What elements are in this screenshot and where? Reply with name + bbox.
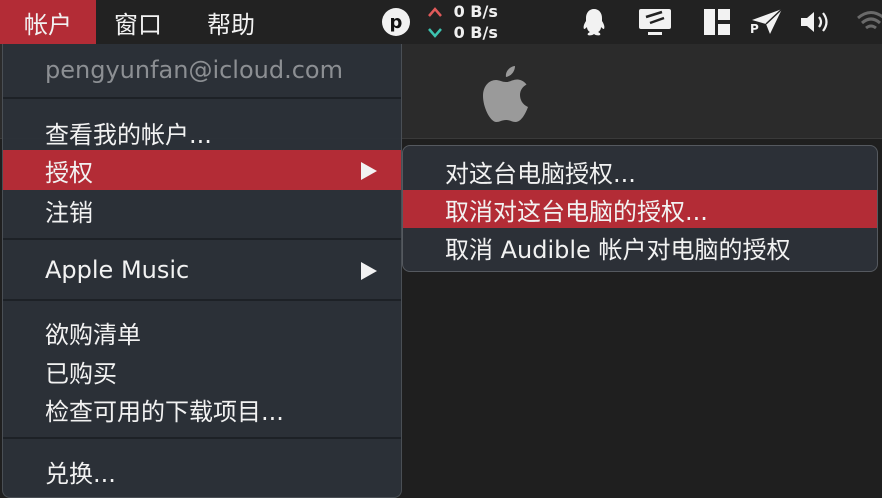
send-plane-label: P bbox=[750, 22, 759, 36]
menu-separator bbox=[3, 238, 401, 240]
download-speed: 0 B/s bbox=[453, 23, 498, 42]
qq-penguin-icon[interactable] bbox=[578, 6, 610, 38]
menubar-window[interactable]: 窗口 bbox=[114, 0, 162, 44]
upload-arrow-icon bbox=[428, 2, 448, 21]
network-speed[interactable]: 0 B/s 0 B/s bbox=[428, 1, 498, 43]
menu-separator bbox=[3, 299, 401, 301]
authorizations-submenu: 对这台电脑授权... 取消对这台电脑的授权... 取消 Audible 帐户对电… bbox=[402, 145, 878, 272]
deauthorize-audible-item[interactable]: 取消 Audible 帐户对电脑的授权 bbox=[403, 228, 877, 266]
redeem-item[interactable]: 兑换... bbox=[3, 451, 401, 491]
authorizations-label: 授权 bbox=[45, 158, 93, 187]
apple-music-label: Apple Music bbox=[45, 256, 190, 284]
purchased-item[interactable]: 已购买 bbox=[3, 351, 401, 391]
apple-music-item[interactable]: Apple Music bbox=[3, 250, 401, 290]
screen: 帐户 窗口 帮助 p 0 B/s 0 B/s P pengyunfan@iclo… bbox=[0, 0, 882, 498]
submenu-arrow-icon bbox=[361, 162, 377, 180]
account-email: pengyunfan@icloud.com bbox=[45, 56, 343, 84]
upload-speed: 0 B/s bbox=[453, 2, 498, 21]
authorize-computer-item[interactable]: 对这台电脑授权... bbox=[403, 152, 877, 190]
status-p-icon[interactable]: p bbox=[382, 8, 410, 36]
check-downloads-item[interactable]: 检查可用的下载项目... bbox=[3, 389, 401, 429]
download-arrow-icon bbox=[428, 23, 448, 42]
menu-separator bbox=[3, 437, 401, 439]
authorizations-item[interactable]: 授权 bbox=[3, 150, 401, 190]
submenu-arrow-icon bbox=[361, 262, 377, 280]
menubar-account[interactable]: 帐户 bbox=[0, 0, 96, 44]
wifi-icon[interactable] bbox=[856, 6, 882, 38]
deauthorize-computer-item[interactable]: 取消对这台电脑的授权... bbox=[403, 190, 877, 228]
screen-cast-icon[interactable] bbox=[636, 6, 674, 38]
apple-logo-icon bbox=[483, 66, 528, 122]
view-my-account-item[interactable]: 查看我的帐户... bbox=[3, 112, 401, 152]
menu-separator bbox=[3, 97, 401, 99]
volume-icon[interactable] bbox=[798, 6, 834, 38]
app-layout-icon[interactable] bbox=[702, 6, 732, 38]
wish-list-item[interactable]: 欲购清单 bbox=[3, 312, 401, 352]
menubar: 帐户 窗口 帮助 p 0 B/s 0 B/s P bbox=[0, 0, 882, 44]
account-menu: pengyunfan@icloud.com 查看我的帐户... 授权 注销 Ap… bbox=[2, 44, 402, 498]
menubar-help[interactable]: 帮助 bbox=[207, 0, 255, 44]
sign-out-item[interactable]: 注销 bbox=[3, 190, 401, 230]
